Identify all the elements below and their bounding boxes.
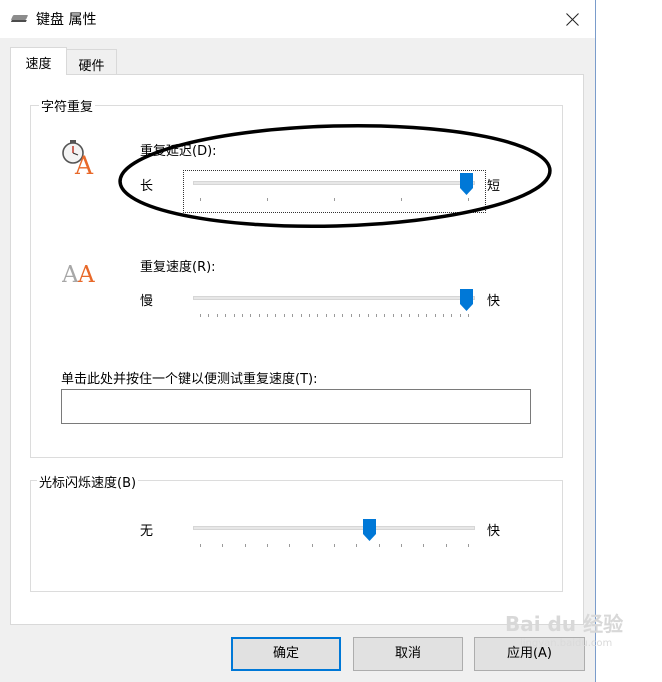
repeat-test-label: 单击此处并按住一个键以便测试重复速度(T): (61, 372, 318, 387)
slider-tick (334, 198, 335, 201)
slider-tick (401, 198, 402, 201)
repeat-rate-slider-thumb[interactable] (460, 289, 473, 311)
svg-text:A: A (77, 262, 95, 286)
slider-tick (244, 544, 246, 547)
repeat-delay-long-label: 长 (140, 179, 154, 194)
keyboard-icon (10, 15, 29, 20)
repeat-rate-track[interactable] (193, 296, 475, 300)
repeat-rate-icon: A A (62, 262, 95, 286)
repeat-delay-track[interactable] (193, 181, 475, 185)
repeat-delay-focus (183, 170, 486, 213)
cursor-blink-fast-label: 快 (487, 524, 501, 539)
repeat-delay-label: 重复延迟(D): (140, 144, 217, 159)
svg-text:A: A (74, 151, 94, 178)
cursor-blink-track[interactable] (193, 526, 475, 530)
slider-tick (417, 314, 419, 317)
slider-tick (222, 544, 224, 547)
slider-tick (367, 314, 369, 317)
slider-tick (423, 544, 425, 547)
slider-tick (216, 314, 218, 317)
slider-tick (442, 314, 444, 317)
keyboard-properties-dialog: 键盘 属性 速度 硬件 字符重复 A 重复延迟(D): 长 短 A A 重复速度… (0, 0, 596, 682)
repeat-rate-ticks (200, 314, 469, 318)
repeat-delay-icon: A (62, 140, 94, 178)
slider-tick (208, 314, 210, 317)
slider-tick (434, 314, 436, 317)
slider-tick (233, 314, 235, 317)
slider-tick (289, 544, 291, 547)
slider-tick (267, 314, 268, 317)
repeat-delay-short-label: 短 (487, 179, 501, 194)
slider-tick (317, 314, 319, 317)
watermark-url: jingyan.baidu.com (520, 638, 613, 649)
slider-tick (356, 544, 358, 547)
slider-tick (401, 544, 402, 547)
slider-tick (401, 314, 402, 317)
slider-tick (342, 314, 344, 317)
slider-tick (459, 314, 461, 317)
cursor-blink-group (30, 480, 563, 592)
ok-button[interactable]: 确定 (231, 637, 341, 671)
repeat-test-input[interactable] (61, 389, 531, 424)
slider-tick (375, 314, 377, 317)
repeat-rate-slow-label: 慢 (140, 294, 154, 309)
slider-tick (275, 314, 277, 317)
slider-tick (334, 544, 335, 547)
slider-tick (350, 314, 352, 317)
character-repeat-title: 字符重复 (39, 96, 96, 115)
slider-tick (468, 544, 469, 547)
repeat-delay-ticks (200, 198, 469, 202)
slider-tick (451, 314, 453, 317)
slider-tick (392, 314, 394, 317)
title-bar: 键盘 属性 (0, 0, 595, 38)
slider-tick (283, 314, 285, 317)
repeat-rate-fast-label: 快 (487, 294, 501, 309)
cursor-blink-title: 光标闪烁速度(B) (37, 472, 139, 491)
slider-tick (468, 198, 469, 201)
slider-tick (426, 314, 428, 317)
slider-tick (241, 314, 243, 317)
cancel-button[interactable]: 取消 (353, 637, 463, 671)
tab-speed[interactable]: 速度 (10, 47, 67, 75)
close-button[interactable] (550, 0, 595, 38)
slider-tick (445, 544, 447, 547)
slider-tick (311, 544, 313, 547)
tab-hardware[interactable]: 硬件 (66, 49, 117, 75)
slider-tick (200, 544, 201, 547)
slider-tick (300, 314, 302, 317)
svg-text:A: A (62, 262, 79, 286)
slider-tick (409, 314, 411, 317)
window-title: 键盘 属性 (36, 12, 97, 28)
cursor-blink-none-label: 无 (140, 524, 154, 539)
slider-tick (359, 314, 361, 317)
slider-tick (378, 544, 380, 547)
cursor-blink-slider-thumb[interactable] (363, 519, 376, 541)
slider-tick (468, 314, 469, 317)
slider-tick (250, 314, 252, 317)
slider-tick (200, 314, 201, 317)
slider-tick (267, 544, 268, 547)
repeat-delay-slider-thumb[interactable] (460, 173, 473, 195)
slider-tick (292, 314, 294, 317)
slider-tick (200, 198, 201, 201)
cursor-blink-ticks (200, 544, 469, 548)
slider-tick (225, 314, 227, 317)
repeat-rate-label: 重复速度(R): (140, 260, 216, 275)
slider-tick (384, 314, 386, 317)
slider-tick (325, 314, 327, 317)
watermark-logo: Bai du 经验 (505, 612, 624, 636)
slider-tick (308, 314, 310, 317)
slider-tick (267, 198, 268, 201)
slider-tick (258, 314, 260, 317)
slider-tick (334, 314, 335, 317)
